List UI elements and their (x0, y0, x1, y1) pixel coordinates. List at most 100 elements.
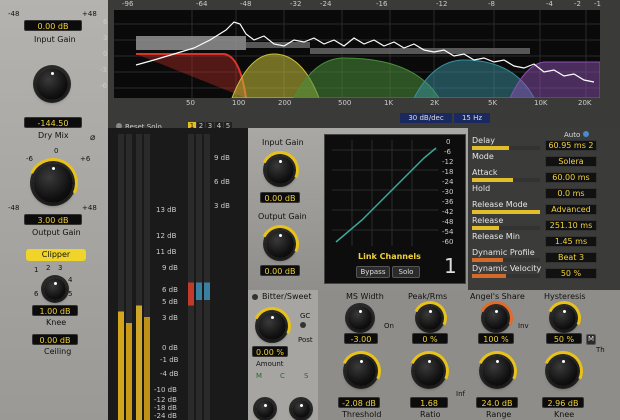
th-label: Th (596, 346, 605, 354)
s-option[interactable]: S (304, 372, 308, 380)
comp-knee-knob[interactable] (537, 345, 589, 397)
ceiling-value[interactable]: 0.00 dB (32, 334, 78, 345)
dry-mix-value[interactable]: -144.50 (24, 117, 82, 128)
release-min-param[interactable]: Release Min 1.45 ms (472, 232, 600, 248)
amount-knob-2[interactable] (292, 400, 310, 418)
spectrum-display[interactable] (114, 10, 600, 98)
band-output-gain-value[interactable]: 0.00 dB (260, 265, 300, 276)
hysteresis-value[interactable]: 50 % (546, 333, 582, 344)
attack-param[interactable]: Attack 60.00 ms (472, 168, 600, 184)
dynamic-profile-param[interactable]: Dynamic Profile Beat 3 (472, 248, 600, 264)
dynamic-velocity-value: 50 % (545, 268, 597, 279)
ms-width-knob[interactable] (348, 306, 372, 330)
ratio-knob[interactable] (403, 345, 455, 397)
clipper-button[interactable]: Clipper (26, 249, 86, 261)
comp-knee-value[interactable]: 2.96 dB (542, 397, 584, 408)
angels-share-knob[interactable] (474, 296, 518, 340)
release-min-value: 1.45 ms (545, 236, 597, 247)
bitter-sweet-led-icon[interactable] (252, 294, 258, 300)
meter-bar-3 (136, 134, 142, 420)
knee-scale-2: 2 (46, 264, 51, 272)
db-tick: -8 (488, 0, 495, 8)
peak-rms-value[interactable]: 0 % (412, 333, 448, 344)
output-gain-value[interactable]: 3.00 dB (24, 214, 82, 225)
bypass-button[interactable]: Bypass (356, 266, 390, 278)
input-gain-value[interactable]: 0.00 dB (24, 20, 82, 31)
delay-label: Delay (472, 136, 495, 145)
m-toggle[interactable]: M (586, 334, 596, 345)
db-tick-row: -96 -64 -48 -32 -24 -16 -12 -8 -4 -2 -1 (118, 0, 608, 10)
frequency-readout[interactable]: 15 Hz (454, 113, 490, 123)
meter-tick: -18 dB (154, 404, 177, 412)
output-gain-knob[interactable] (20, 150, 86, 216)
band-input-gain-label: Input Gain (262, 138, 304, 147)
hysteresis-knob[interactable] (542, 296, 586, 340)
curve-tick: 0 (446, 138, 451, 146)
gc-toggle[interactable] (300, 322, 306, 328)
band-input-gain-value[interactable]: 0.00 dB (260, 192, 300, 203)
angels-share-value[interactable]: 100 % (478, 333, 514, 344)
m-option[interactable]: M (256, 372, 262, 380)
freq-label: 5K (488, 99, 498, 107)
y-label: -6 (100, 82, 107, 90)
dynamic-profile-bar (472, 258, 540, 262)
range-value[interactable]: 24.0 dB (476, 397, 518, 408)
amount-knob-1[interactable] (256, 400, 274, 418)
spectrum-svg (114, 10, 600, 98)
ms-width-value[interactable]: -3.00 (344, 333, 378, 344)
knee-scale-5: 5 (68, 290, 73, 298)
release-mode-value: Advanced (545, 204, 597, 215)
threshold-knob[interactable] (335, 345, 387, 397)
band-input-gain-knob[interactable] (255, 145, 305, 195)
meter-tick: 11 dB (156, 248, 177, 256)
hold-param[interactable]: Hold 0.0 ms (472, 184, 600, 200)
gr-tick: 6 dB (214, 178, 230, 186)
gr-meter-1 (188, 134, 194, 420)
clipper-knee-value[interactable]: 1.00 dB (32, 305, 78, 316)
bitter-sweet-knob[interactable] (247, 301, 297, 351)
slope-readout[interactable]: 30 dB/dec (400, 113, 452, 123)
clipper-knee-knob[interactable] (44, 278, 66, 300)
spectrum-toolbar (108, 110, 620, 128)
y-label: 3 (103, 34, 108, 42)
threshold-value[interactable]: -2.08 dB (338, 397, 380, 408)
angels-share-label: Angel's Share (470, 292, 525, 301)
gr-tick: 9 dB (214, 154, 230, 162)
mode-value: Solera (545, 156, 597, 167)
release-mode-param[interactable]: Release Mode Advanced (472, 200, 600, 216)
output-gain-label: Output Gain (32, 228, 81, 237)
output-scale-mid: 0 (54, 147, 59, 155)
link-icon[interactable]: ⌀ (90, 133, 95, 143)
delay-param[interactable]: Delay 60.95 ms 2 (472, 136, 600, 152)
curve-ticks: 0 -6 -12 -18 -24 -30 -36 -42 -48 -54 -60 (442, 138, 466, 248)
y-label: 0 (103, 50, 108, 58)
hold-value: 0.0 ms (545, 188, 597, 199)
range-label: Range (486, 410, 512, 419)
release-value: 251.10 ms (545, 220, 597, 231)
bitter-sweet-value[interactable]: 0.00 % (252, 346, 288, 357)
inv-label: Inv (518, 322, 529, 330)
transfer-curve (332, 140, 438, 246)
c-option[interactable]: C (280, 372, 285, 380)
output-scale-high: +6 (80, 155, 91, 163)
meter-tick: -1 dB (160, 356, 179, 364)
meter-tick: 5 dB (162, 298, 178, 306)
db-tick: -2 (574, 0, 581, 8)
input-min-label: -48 (8, 10, 20, 18)
y-label: 6 (103, 18, 108, 26)
mode-param[interactable]: Mode Solera (472, 152, 600, 168)
band-output-gain-knob[interactable] (255, 219, 305, 269)
freq-label: 200 (278, 99, 292, 107)
range-knob[interactable] (471, 345, 523, 397)
dry-mix-knob[interactable] (36, 68, 68, 100)
dynamic-velocity-param[interactable]: Dynamic Velocity 50 % (472, 264, 600, 280)
inf-label: Inf (456, 390, 465, 398)
release-bar (472, 226, 540, 230)
ratio-value[interactable]: 1.68 (410, 397, 448, 408)
freq-label: 500 (338, 99, 352, 107)
release-param[interactable]: Release 251.10 ms (472, 216, 600, 232)
dynamic-velocity-bar (472, 274, 540, 278)
link-channels-label[interactable]: Link Channels (358, 252, 421, 261)
peak-rms-knob[interactable] (408, 296, 452, 340)
solo-button[interactable]: Solo (392, 266, 420, 278)
